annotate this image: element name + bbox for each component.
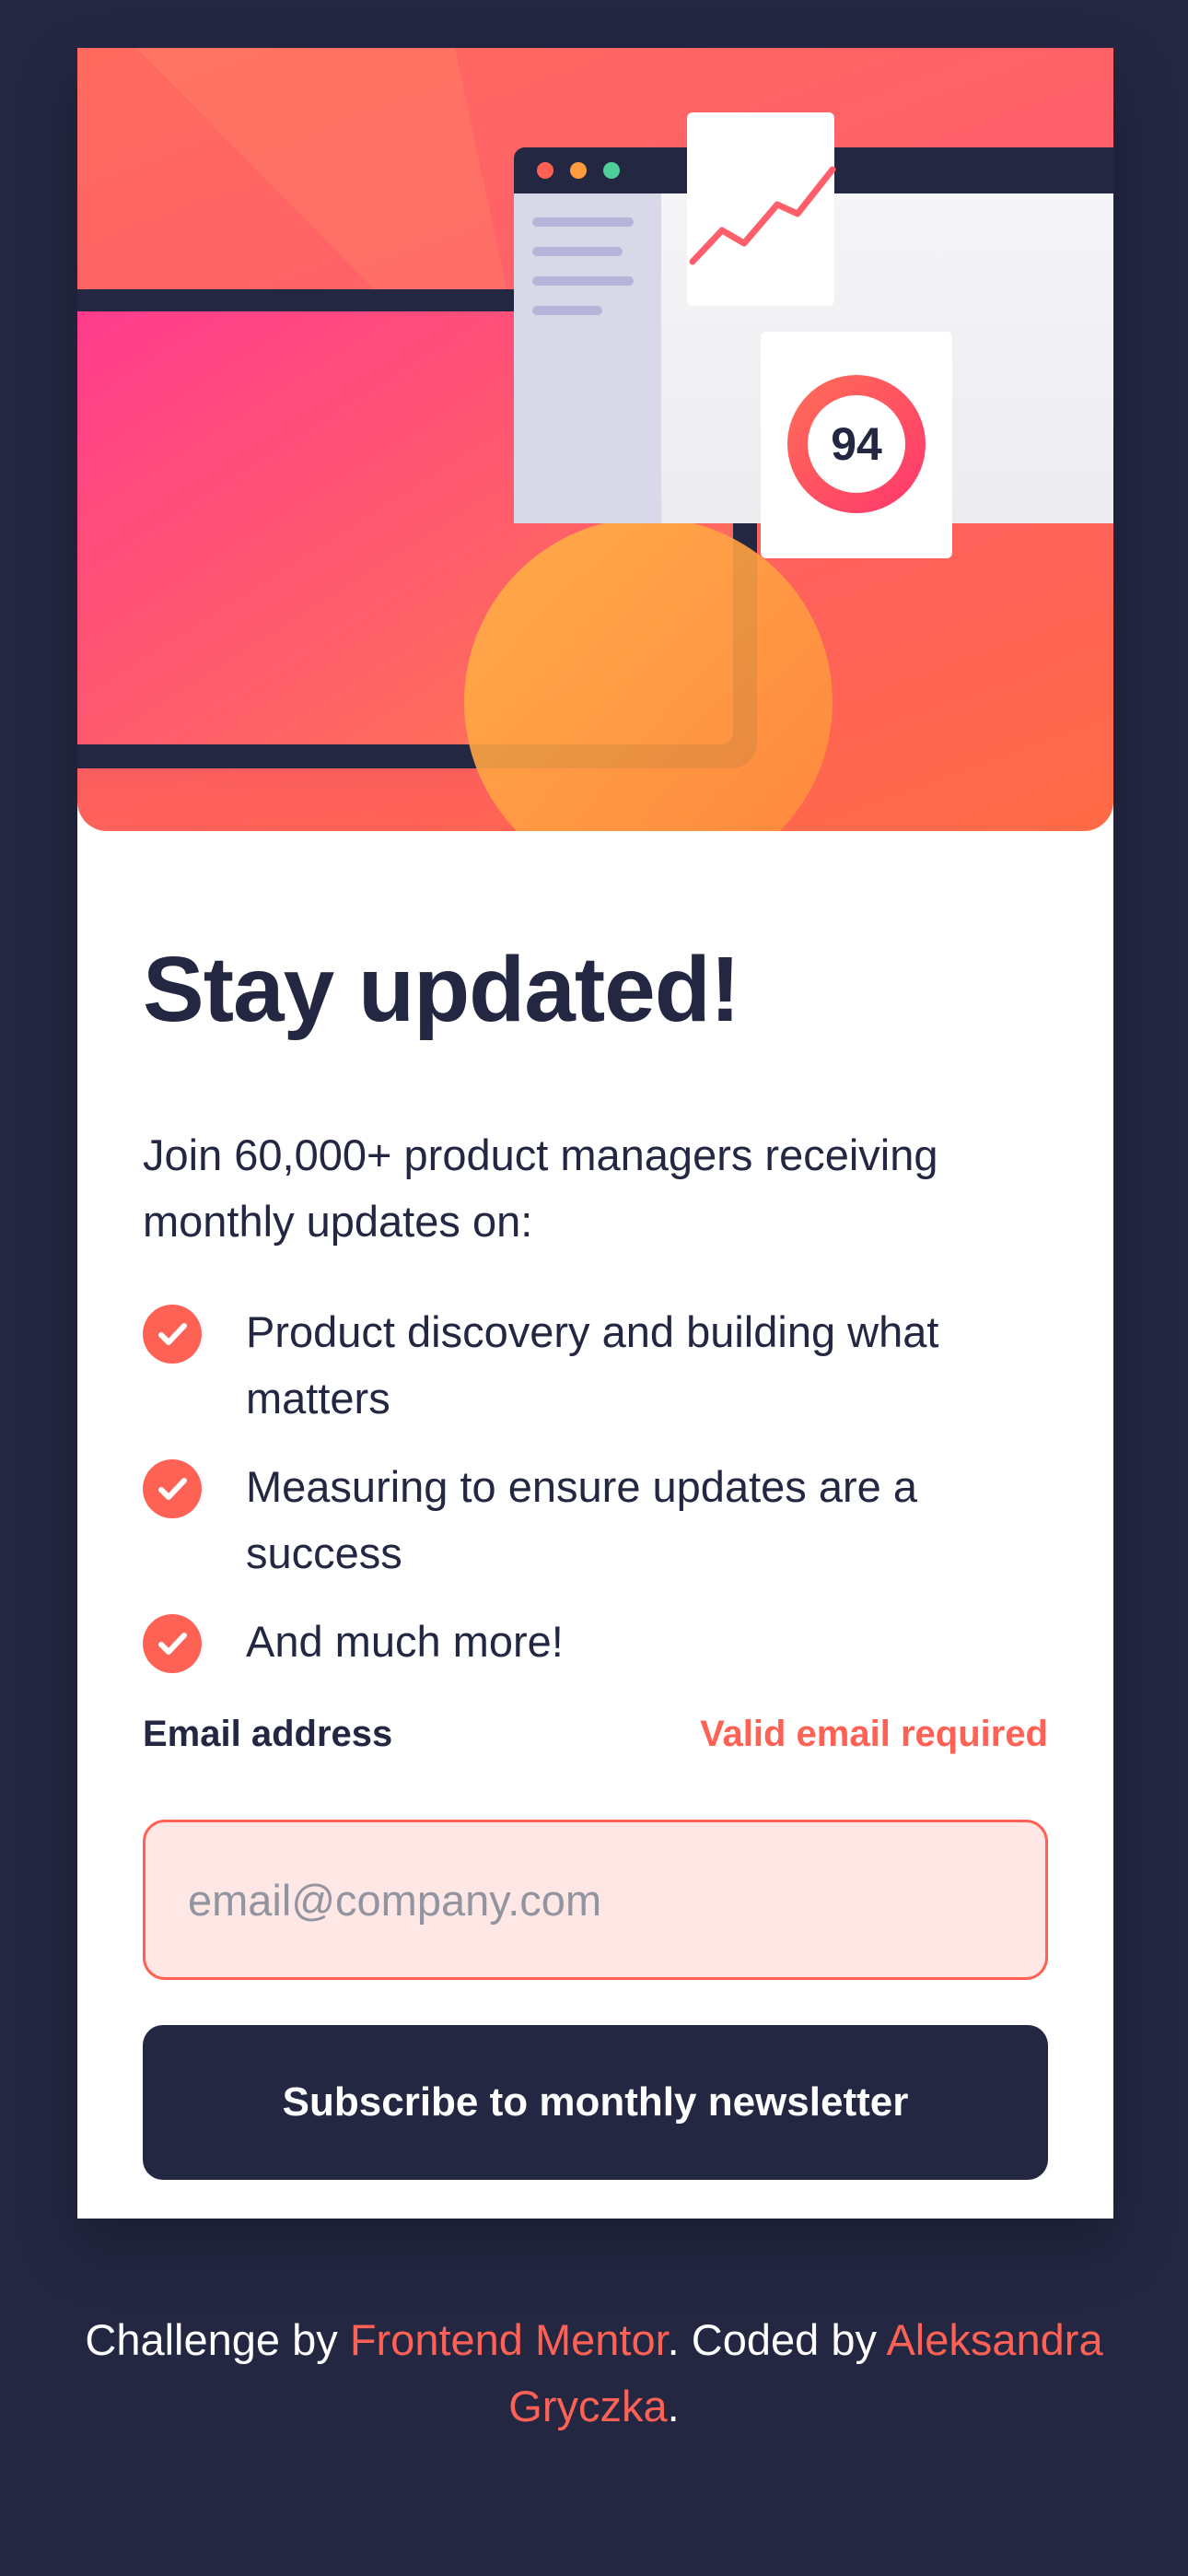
feature-text: Product discovery and building what matt… (246, 1307, 939, 1423)
browser-sidebar (514, 193, 661, 523)
email-field[interactable] (143, 1820, 1048, 1980)
email-label-row: Email address Valid email required (143, 1711, 1048, 1757)
graph-card (687, 112, 834, 306)
sidebar-line (532, 306, 602, 315)
list-item: And much more! (143, 1609, 1048, 1675)
attribution-footer: Challenge by Frontend Mentor. Coded by A… (0, 2307, 1188, 2440)
hero-illustration: 94 (77, 48, 1113, 831)
newsletter-card: 94 Stay updated! Join 60,000+ product ma… (77, 48, 1113, 2219)
window-minimize-dot-icon (570, 162, 587, 179)
page-title: Stay updated! (143, 938, 740, 1041)
footer-middle: . Coded by (667, 2315, 887, 2364)
sidebar-line (532, 247, 623, 256)
feature-list: Product discovery and building what matt… (143, 1299, 1048, 1697)
check-icon (143, 1459, 202, 1518)
sidebar-line (532, 276, 634, 286)
score-value: 94 (831, 418, 882, 470)
list-item: Measuring to ensure updates are a succes… (143, 1454, 1048, 1587)
footer-prefix: Challenge by (85, 2315, 350, 2364)
sidebar-line (532, 217, 634, 227)
check-icon (143, 1614, 202, 1673)
intro-text: Join 60,000+ product managers receiving … (143, 1130, 938, 1246)
feature-text: Measuring to ensure updates are a succes… (246, 1462, 917, 1577)
email-error-message: Valid email required (700, 1714, 1048, 1754)
window-maximize-dot-icon (603, 162, 620, 179)
hero-illustration-art: 94 (77, 48, 1113, 831)
subscribe-button[interactable]: Subscribe to monthly newsletter (143, 2025, 1048, 2180)
frontend-mentor-link[interactable]: Frontend Mentor (350, 2315, 668, 2364)
email-label: Email address (143, 1714, 393, 1754)
check-icon (143, 1305, 202, 1364)
window-close-dot-icon (537, 162, 553, 179)
feature-text: And much more! (246, 1617, 564, 1666)
footer-suffix: . (667, 2382, 680, 2430)
list-item: Product discovery and building what matt… (143, 1299, 1048, 1432)
